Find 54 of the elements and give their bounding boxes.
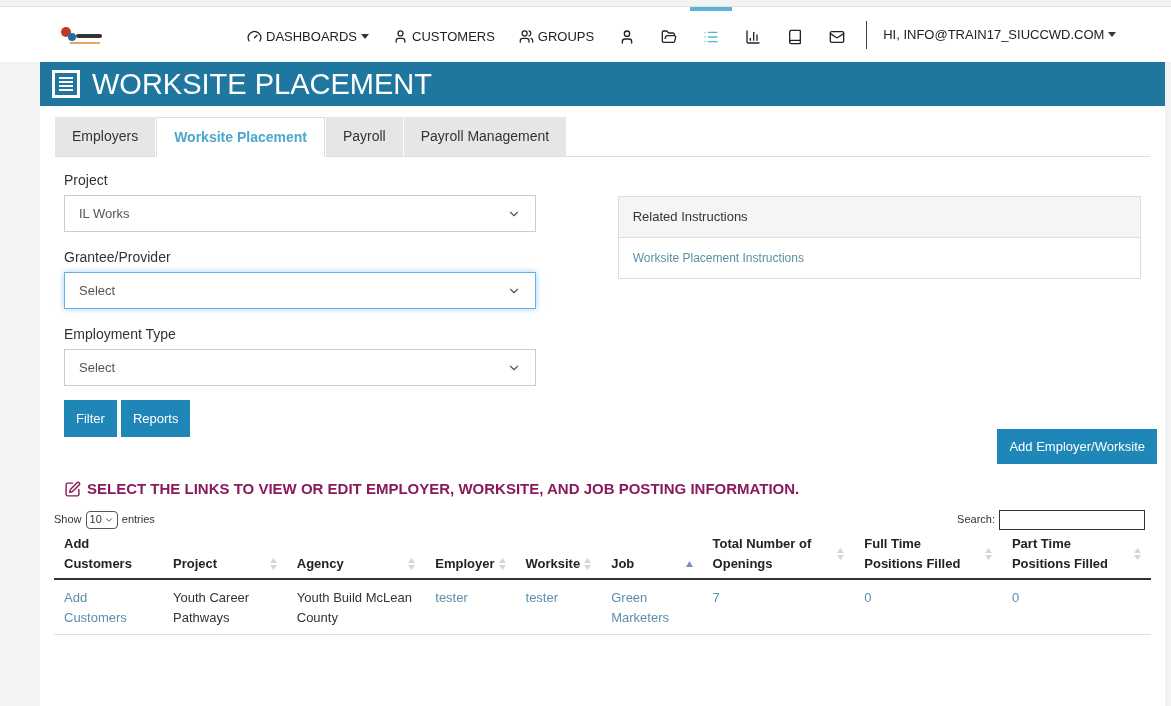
folder-icon	[661, 28, 678, 45]
nav-link[interactable]: CUSTOMERS	[381, 7, 507, 62]
tab[interactable]: Payroll	[325, 117, 403, 156]
column-header[interactable]: Job	[611, 553, 635, 574]
add-employer-button[interactable]: Add Employer/Worksite	[997, 429, 1157, 464]
user-icon	[393, 29, 409, 44]
select-field[interactable]: Select	[64, 349, 536, 386]
nav-link[interactable]: GROUPS	[506, 7, 607, 62]
table-link[interactable]: Add Customers	[64, 587, 154, 628]
page-size-select[interactable]: 10	[85, 510, 118, 529]
page-title: WORKSITE PLACEMENT	[92, 69, 432, 99]
entries-label: entries	[121, 512, 155, 528]
column-header[interactable]: Worksite	[525, 553, 581, 574]
caret-icon	[1108, 32, 1117, 37]
panel-heading: Related Instructions	[618, 197, 1140, 238]
search-field[interactable]	[999, 509, 1145, 530]
column-header[interactable]: Total Number of Openings	[712, 533, 834, 574]
search-label: Search:	[957, 512, 995, 528]
show-label: Show	[54, 512, 82, 528]
column-header[interactable]: Agency	[296, 553, 344, 574]
select-field[interactable]: Select	[64, 272, 536, 309]
table-link[interactable]: tester	[525, 587, 592, 608]
tab[interactable]: Payroll Management	[403, 117, 567, 156]
field-label: Employment Type	[64, 324, 177, 344]
table-cell-text: Youth Career Pathways	[173, 588, 251, 627]
notice-heading: SELECT THE LINKS TO VIEW OR EDIT EMPLOYER, WORKSITE, AND JOB POSTING INFORMATION.	[87, 479, 800, 499]
instructions-link[interactable]: Worksite Placement Instructions	[632, 249, 804, 267]
table-link[interactable]: 0	[1011, 587, 1141, 608]
table-link[interactable]: 0	[864, 587, 992, 608]
column-header[interactable]: Project	[173, 553, 218, 574]
nav-link[interactable]: DASHBOARDS	[235, 7, 382, 62]
column-header[interactable]: Employer	[435, 553, 495, 574]
users-icon	[518, 29, 534, 44]
action-button[interactable]: Filter	[64, 400, 117, 437]
field-label: Project	[64, 170, 109, 190]
table-cell-text: Youth Build McLean County	[296, 588, 413, 627]
bar-chart-icon	[745, 28, 762, 45]
select-field[interactable]: IL Works	[64, 195, 536, 232]
user-menu[interactable]: HI, INFO@TRAIN17_SIUCCWD.COM	[875, 24, 1125, 45]
edit-icon	[64, 480, 81, 498]
field-label: Grantee/Provider	[64, 247, 172, 267]
table-link[interactable]: 7	[712, 587, 845, 608]
table-link[interactable]: tester	[435, 587, 506, 608]
list-icon	[52, 70, 80, 98]
table-link[interactable]: Green Marketers	[611, 587, 693, 628]
caret-icon	[361, 34, 370, 39]
column-header[interactable]: Add Customers	[64, 533, 150, 574]
book-icon	[787, 28, 804, 45]
column-header[interactable]: Full Time Positions Filled	[864, 533, 981, 574]
mail-icon	[829, 28, 846, 45]
gauge-icon	[247, 29, 262, 44]
column-header[interactable]: Part Time Positions Filled	[1011, 533, 1130, 574]
action-button[interactable]: Reports	[120, 400, 191, 437]
tab[interactable]: Employers	[55, 117, 156, 156]
